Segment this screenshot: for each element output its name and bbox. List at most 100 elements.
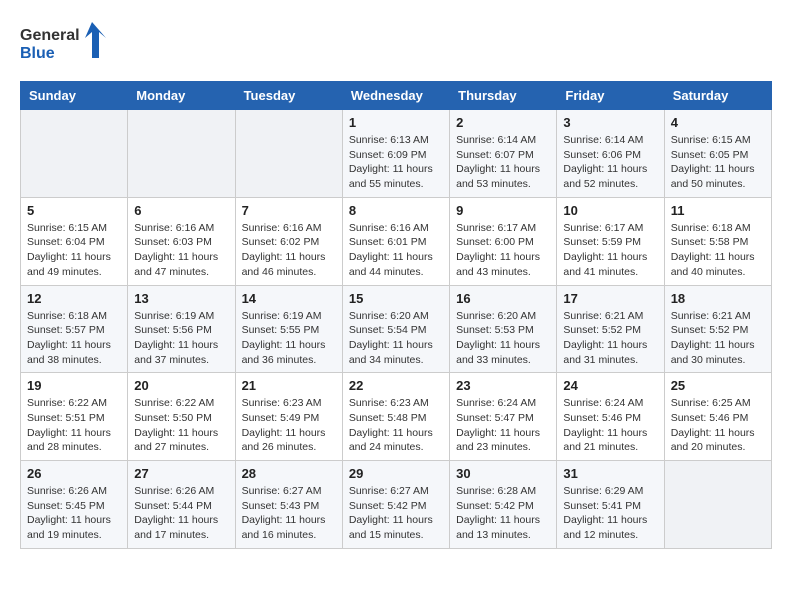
day-number: 12 xyxy=(27,291,121,306)
page-header: GeneralBlue xyxy=(20,20,772,65)
logo-svg: GeneralBlue xyxy=(20,20,110,65)
day-number: 20 xyxy=(134,378,228,393)
day-info: Sunrise: 6:15 AM Sunset: 6:05 PM Dayligh… xyxy=(671,133,765,192)
day-info: Sunrise: 6:22 AM Sunset: 5:51 PM Dayligh… xyxy=(27,396,121,455)
weekday-header-wednesday: Wednesday xyxy=(342,82,449,110)
week-row-4: 19 Sunrise: 6:22 AM Sunset: 5:51 PM Dayli… xyxy=(21,373,772,461)
weekday-header-thursday: Thursday xyxy=(450,82,557,110)
day-number: 8 xyxy=(349,203,443,218)
day-cell-29: 29 Sunrise: 6:27 AM Sunset: 5:42 PM Dayli… xyxy=(342,461,449,549)
day-number: 19 xyxy=(27,378,121,393)
day-info: Sunrise: 6:17 AM Sunset: 6:00 PM Dayligh… xyxy=(456,221,550,280)
day-info: Sunrise: 6:16 AM Sunset: 6:01 PM Dayligh… xyxy=(349,221,443,280)
day-info: Sunrise: 6:23 AM Sunset: 5:48 PM Dayligh… xyxy=(349,396,443,455)
day-cell-30: 30Sunrise: 6:28 AM Sunset: 5:42 PM Dayli… xyxy=(450,461,557,549)
week-row-1: 1Sunrise: 6:13 AM Sunset: 6:09 PM Daylig… xyxy=(21,110,772,198)
day-info: Sunrise: 6:14 AM Sunset: 6:07 PM Dayligh… xyxy=(456,133,550,192)
weekday-header-monday: Monday xyxy=(128,82,235,110)
day-number: 28 xyxy=(242,466,336,481)
day-number: 13 xyxy=(134,291,228,306)
day-cell-8: 8 Sunrise: 6:16 AM Sunset: 6:01 PM Daylig… xyxy=(342,197,449,285)
day-number: 24 xyxy=(563,378,657,393)
week-row-3: 12 Sunrise: 6:18 AM Sunset: 5:57 PM Dayli… xyxy=(21,285,772,373)
day-number: 3 xyxy=(563,115,657,130)
day-cell-11: 11Sunrise: 6:18 AM Sunset: 5:58 PM Dayli… xyxy=(664,197,771,285)
day-info: Sunrise: 6:24 AM Sunset: 5:47 PM Dayligh… xyxy=(456,396,550,455)
day-cell-7: 7 Sunrise: 6:16 AM Sunset: 6:02 PM Daylig… xyxy=(235,197,342,285)
day-info: Sunrise: 6:26 AM Sunset: 5:44 PM Dayligh… xyxy=(134,484,228,543)
day-cell-24: 24 Sunrise: 6:24 AM Sunset: 5:46 PM Dayli… xyxy=(557,373,664,461)
day-number: 26 xyxy=(27,466,121,481)
day-number: 14 xyxy=(242,291,336,306)
day-number: 27 xyxy=(134,466,228,481)
day-info: Sunrise: 6:26 AM Sunset: 5:45 PM Dayligh… xyxy=(27,484,121,543)
day-cell-15: 15 Sunrise: 6:20 AM Sunset: 5:54 PM Dayli… xyxy=(342,285,449,373)
day-number: 22 xyxy=(349,378,443,393)
day-cell-22: 22 Sunrise: 6:23 AM Sunset: 5:48 PM Dayli… xyxy=(342,373,449,461)
day-info: Sunrise: 6:24 AM Sunset: 5:46 PM Dayligh… xyxy=(563,396,657,455)
day-number: 16 xyxy=(456,291,550,306)
day-cell-26: 26 Sunrise: 6:26 AM Sunset: 5:45 PM Dayli… xyxy=(21,461,128,549)
empty-cell xyxy=(128,110,235,198)
day-info: Sunrise: 6:18 AM Sunset: 5:57 PM Dayligh… xyxy=(27,309,121,368)
day-number: 29 xyxy=(349,466,443,481)
day-info: Sunrise: 6:14 AM Sunset: 6:06 PM Dayligh… xyxy=(563,133,657,192)
day-info: Sunrise: 6:16 AM Sunset: 6:02 PM Dayligh… xyxy=(242,221,336,280)
day-info: Sunrise: 6:19 AM Sunset: 5:56 PM Dayligh… xyxy=(134,309,228,368)
day-info: Sunrise: 6:21 AM Sunset: 5:52 PM Dayligh… xyxy=(671,309,765,368)
day-number: 2 xyxy=(456,115,550,130)
day-number: 18 xyxy=(671,291,765,306)
day-info: Sunrise: 6:16 AM Sunset: 6:03 PM Dayligh… xyxy=(134,221,228,280)
day-info: Sunrise: 6:19 AM Sunset: 5:55 PM Dayligh… xyxy=(242,309,336,368)
day-cell-20: 20 Sunrise: 6:22 AM Sunset: 5:50 PM Dayli… xyxy=(128,373,235,461)
day-info: Sunrise: 6:23 AM Sunset: 5:49 PM Dayligh… xyxy=(242,396,336,455)
day-cell-9: 9 Sunrise: 6:17 AM Sunset: 6:00 PM Daylig… xyxy=(450,197,557,285)
day-number: 31 xyxy=(563,466,657,481)
day-number: 30 xyxy=(456,466,550,481)
day-cell-18: 18 Sunrise: 6:21 AM Sunset: 5:52 PM Dayli… xyxy=(664,285,771,373)
weekday-header-friday: Friday xyxy=(557,82,664,110)
day-cell-19: 19 Sunrise: 6:22 AM Sunset: 5:51 PM Dayli… xyxy=(21,373,128,461)
weekday-header-row: SundayMondayTuesdayWednesdayThursdayFrid… xyxy=(21,82,772,110)
day-cell-14: 14 Sunrise: 6:19 AM Sunset: 5:55 PM Dayli… xyxy=(235,285,342,373)
day-number: 5 xyxy=(27,203,121,218)
empty-cell xyxy=(235,110,342,198)
day-number: 17 xyxy=(563,291,657,306)
day-cell-2: 2 Sunrise: 6:14 AM Sunset: 6:07 PM Daylig… xyxy=(450,110,557,198)
day-info: Sunrise: 6:27 AM Sunset: 5:42 PM Dayligh… xyxy=(349,484,443,543)
calendar-table: SundayMondayTuesdayWednesdayThursdayFrid… xyxy=(20,81,772,549)
day-info: Sunrise: 6:13 AM Sunset: 6:09 PM Dayligh… xyxy=(349,133,443,192)
day-number: 11 xyxy=(671,203,765,218)
day-number: 15 xyxy=(349,291,443,306)
day-info: Sunrise: 6:27 AM Sunset: 5:43 PM Dayligh… xyxy=(242,484,336,543)
day-info: Sunrise: 6:15 AM Sunset: 6:04 PM Dayligh… xyxy=(27,221,121,280)
weekday-header-tuesday: Tuesday xyxy=(235,82,342,110)
weekday-header-saturday: Saturday xyxy=(664,82,771,110)
empty-cell xyxy=(664,461,771,549)
day-number: 23 xyxy=(456,378,550,393)
day-info: Sunrise: 6:25 AM Sunset: 5:46 PM Dayligh… xyxy=(671,396,765,455)
day-cell-17: 17Sunrise: 6:21 AM Sunset: 5:52 PM Dayli… xyxy=(557,285,664,373)
day-cell-13: 13 Sunrise: 6:19 AM Sunset: 5:56 PM Dayli… xyxy=(128,285,235,373)
day-cell-28: 28 Sunrise: 6:27 AM Sunset: 5:43 PM Dayli… xyxy=(235,461,342,549)
day-info: Sunrise: 6:29 AM Sunset: 5:41 PM Dayligh… xyxy=(563,484,657,543)
day-number: 6 xyxy=(134,203,228,218)
day-cell-5: 5 Sunrise: 6:15 AM Sunset: 6:04 PM Daylig… xyxy=(21,197,128,285)
day-number: 25 xyxy=(671,378,765,393)
day-number: 7 xyxy=(242,203,336,218)
day-cell-16: 16Sunrise: 6:20 AM Sunset: 5:53 PM Dayli… xyxy=(450,285,557,373)
weekday-header-sunday: Sunday xyxy=(21,82,128,110)
day-number: 4 xyxy=(671,115,765,130)
day-cell-23: 23 Sunrise: 6:24 AM Sunset: 5:47 PM Dayli… xyxy=(450,373,557,461)
day-cell-6: 6 Sunrise: 6:16 AM Sunset: 6:03 PM Daylig… xyxy=(128,197,235,285)
empty-cell xyxy=(21,110,128,198)
svg-text:General: General xyxy=(20,27,80,44)
day-cell-10: 10Sunrise: 6:17 AM Sunset: 5:59 PM Dayli… xyxy=(557,197,664,285)
week-row-5: 26 Sunrise: 6:26 AM Sunset: 5:45 PM Dayli… xyxy=(21,461,772,549)
svg-text:Blue: Blue xyxy=(20,45,55,62)
day-info: Sunrise: 6:22 AM Sunset: 5:50 PM Dayligh… xyxy=(134,396,228,455)
week-row-2: 5 Sunrise: 6:15 AM Sunset: 6:04 PM Daylig… xyxy=(21,197,772,285)
day-number: 9 xyxy=(456,203,550,218)
day-cell-27: 27 Sunrise: 6:26 AM Sunset: 5:44 PM Dayli… xyxy=(128,461,235,549)
day-info: Sunrise: 6:20 AM Sunset: 5:54 PM Dayligh… xyxy=(349,309,443,368)
